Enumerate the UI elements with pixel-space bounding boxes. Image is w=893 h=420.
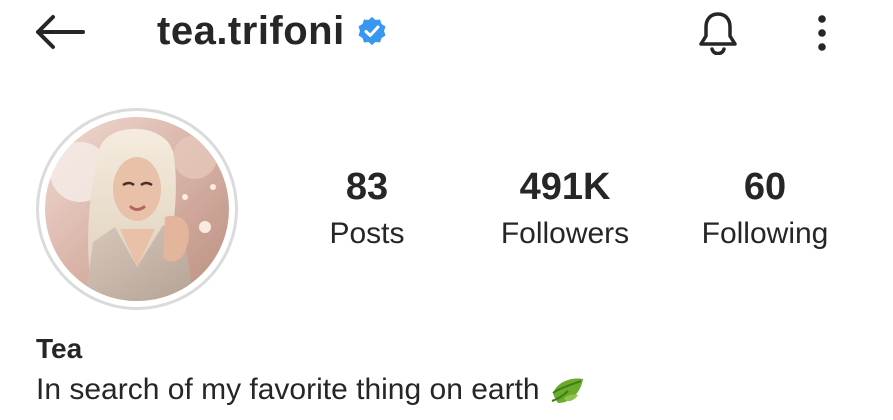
verified-badge-icon	[357, 16, 387, 46]
bell-icon	[699, 12, 737, 55]
bio-text: In search of my favorite thing on earth	[36, 373, 540, 406]
followers-label: Followers	[500, 217, 630, 250]
username: tea.trifoni	[157, 8, 345, 53]
profile-stats: 83 Posts 491K Followers 60 Following	[290, 160, 870, 270]
display-name: Tea	[36, 333, 83, 364]
profile-photo	[45, 117, 229, 301]
stat-posts[interactable]: 83 Posts	[282, 160, 452, 254]
profile-header-title: tea.trifoni	[157, 6, 387, 56]
more-vertical-icon	[818, 15, 826, 51]
posts-count: 83	[345, 166, 389, 208]
following-count: 60	[743, 166, 787, 208]
avatar	[45, 117, 229, 301]
following-label: Following	[701, 217, 829, 250]
arrow-left-icon	[36, 15, 85, 49]
notifications-button[interactable]	[690, 8, 746, 58]
profile-avatar-button[interactable]	[36, 108, 238, 310]
bio-text-line: In search of my favorite thing on earth	[36, 368, 876, 412]
leaf-icon	[550, 373, 586, 407]
followers-count: 491K	[519, 166, 611, 208]
stat-following[interactable]: 60 Following	[680, 160, 850, 254]
stat-followers[interactable]: 491K Followers	[480, 160, 650, 254]
more-options-button[interactable]	[800, 8, 844, 58]
back-button[interactable]	[30, 10, 88, 54]
top-bar: tea.trifoni	[0, 0, 893, 70]
posts-label: Posts	[329, 217, 405, 250]
profile-bio: Tea In search of my favorite thing on ea…	[36, 330, 876, 412]
